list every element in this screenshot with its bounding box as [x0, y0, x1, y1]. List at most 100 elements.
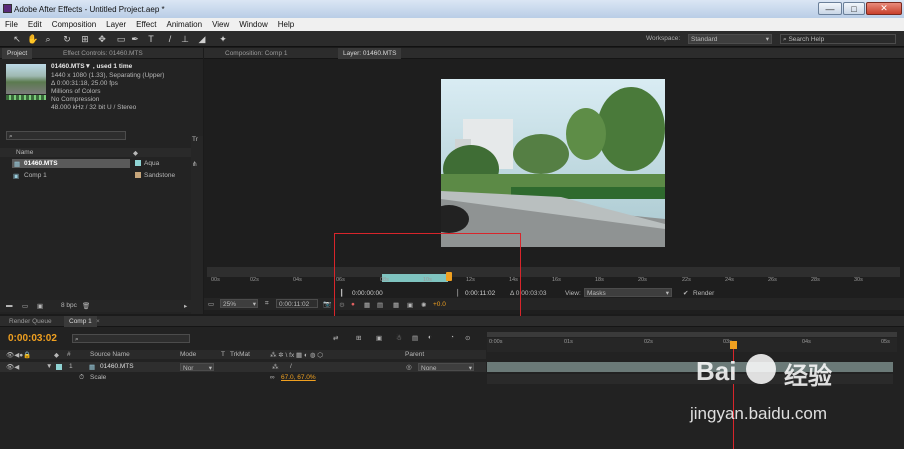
chevron-down-icon: ▾ [765, 36, 769, 43]
menu-window[interactable]: Window [234, 20, 272, 29]
hide-shy-layers-icon[interactable]: ☃ [396, 334, 402, 342]
selection-tool-icon[interactable]: ↖ [12, 34, 22, 44]
menu-layer[interactable]: Layer [101, 20, 131, 29]
mode-column[interactable]: Mode [180, 351, 196, 358]
project-item-row[interactable]: ▦ 01460.MTS [12, 159, 130, 168]
snapshot-icon[interactable]: 📷 [323, 300, 331, 308]
render-checkbox[interactable]: ✔ [683, 289, 688, 297]
draft-3d-icon[interactable]: ▣ [376, 334, 382, 342]
layer-time-ruler[interactable] [207, 267, 900, 277]
constrain-proportions-icon[interactable]: ∞ [270, 374, 275, 381]
av-features-icon[interactable]: 👁◀●🔒 [6, 351, 31, 359]
zoom-tool-icon[interactable]: ⌕ [43, 34, 53, 44]
view-select[interactable]: Masks ▾ [584, 288, 672, 297]
type-tool-icon[interactable]: T [146, 34, 156, 44]
stopwatch-icon[interactable]: ⏱ [79, 374, 84, 382]
pan-behind-tool-icon[interactable]: ✥ [97, 34, 107, 44]
tracker-icon[interactable]: ⋔ [192, 160, 197, 168]
motion-blur-icon[interactable]: ◐ [428, 334, 432, 341]
maximize-button[interactable]: □ [843, 2, 865, 15]
label-column-icon[interactable]: ◆ [133, 149, 138, 157]
timeline-search-input[interactable]: ⌕ [72, 334, 190, 343]
live-update-icon[interactable]: ⊞ [356, 334, 361, 342]
region-of-interest-icon[interactable]: ⌗ [265, 300, 269, 308]
tab-composition[interactable]: Composition: Comp 1 [220, 48, 293, 59]
layer-label-swatch[interactable] [56, 364, 62, 370]
viewer-controls-row1: ▭ 25% ▾ ⌗ 0:00:11:02 📷 [204, 298, 904, 310]
magnification-icon[interactable]: ▭ [208, 300, 214, 308]
ruler-tick: 28s [811, 277, 820, 283]
brush-tool-icon[interactable]: / [165, 34, 175, 44]
search-icon: ⌕ [9, 133, 13, 140]
chevron-down-icon: ▾ [468, 365, 472, 372]
camera-tool-icon[interactable]: ⊞ [80, 34, 90, 44]
expand-layer-icon[interactable]: ▼ [46, 363, 52, 370]
tab-render-queue[interactable]: Render Queue [4, 316, 57, 327]
layer-number-icon[interactable]: # [67, 351, 71, 358]
column-name[interactable]: Name [16, 149, 33, 156]
tab-layer[interactable]: Layer: 01460.MTS [338, 48, 402, 59]
comp-mini-flowchart-icon[interactable]: ⇄ [333, 334, 338, 342]
puppet-tool-icon[interactable]: ✦ [218, 34, 228, 44]
menu-composition[interactable]: Composition [47, 20, 101, 29]
menu-animation[interactable]: Animation [161, 20, 207, 29]
tracker-tab[interactable]: Tr [192, 136, 198, 143]
minimize-button[interactable]: — [818, 2, 842, 15]
property-value[interactable]: 67.0, 67.0% [281, 374, 316, 381]
brainstorm-icon[interactable]: ◔ [450, 334, 454, 341]
current-time-field[interactable]: 0:00:11:02 [276, 299, 318, 308]
layer-row[interactable]: 👁◀ ▼ 1 ▦ 01460.MTS Nor ▾ ⁂ / ◎ None ▾ [0, 362, 486, 372]
work-area-bar[interactable] [487, 332, 897, 337]
shy-switch-icon[interactable]: ⁂ [272, 363, 279, 371]
menu-file[interactable]: File [0, 20, 23, 29]
parent-select[interactable]: None ▾ [418, 363, 474, 372]
rectangle-tool-icon[interactable]: ▭ [116, 34, 126, 44]
tab-comp-1[interactable]: Comp 1 [64, 316, 97, 327]
label-color-swatch[interactable] [135, 160, 141, 166]
label-column-icon[interactable]: ◆ [54, 351, 59, 359]
parent-column[interactable]: Parent [405, 351, 424, 358]
new-folder-icon[interactable]: ▭ [22, 302, 28, 310]
project-item-row[interactable]: ▣ Comp 1 [12, 171, 130, 180]
layer-name[interactable]: 01460.MTS [100, 363, 134, 370]
quality-switch-icon[interactable]: / [290, 363, 292, 370]
layer-number: 1 [69, 363, 73, 370]
magnification-select[interactable]: 25% ▾ [220, 299, 258, 308]
interpret-footage-icon[interactable]: ▬ [6, 302, 13, 309]
eraser-tool-icon[interactable]: ◢ [197, 34, 207, 44]
graph-editor-icon[interactable]: ⊙ [465, 334, 470, 342]
menu-view[interactable]: View [207, 20, 234, 29]
pen-tool-icon[interactable]: ✒ [130, 34, 140, 44]
tab-effect-controls[interactable]: Effect Controls: 01460.MTS [58, 48, 148, 59]
frame-blending-icon[interactable]: ▤ [412, 334, 418, 342]
project-bpc[interactable]: 8 bpc [61, 302, 77, 309]
parent-pickwhip-icon[interactable]: ◎ [406, 363, 412, 371]
menu-help[interactable]: Help [273, 20, 299, 29]
clone-stamp-tool-icon[interactable]: ⊥ [180, 34, 190, 44]
timeline-current-time[interactable]: 0:00:03:02 [8, 333, 57, 344]
menu-edit[interactable]: Edit [23, 20, 47, 29]
playhead-icon[interactable] [730, 341, 737, 349]
workspace-select[interactable]: Standard ▾ [688, 34, 772, 44]
visibility-icon[interactable]: 👁◀ [6, 363, 19, 371]
rotate-tool-icon[interactable]: ↻ [62, 34, 72, 44]
timeline-ruler[interactable] [487, 338, 897, 352]
hand-tool-icon[interactable]: ✋ [27, 34, 38, 44]
scroll-right-icon[interactable]: ▸ [184, 302, 187, 310]
project-search-input[interactable]: ⌕ [6, 131, 126, 140]
switches-column-icons[interactable]: ⁂ ✲ \ fx ▦ ◐ ◍ ⬡ [270, 351, 323, 359]
new-composition-icon[interactable]: ▣ [37, 302, 43, 310]
menu-effect[interactable]: Effect [131, 20, 161, 29]
search-help-input[interactable]: ⌕ Search Help [780, 34, 896, 44]
timeline-tick: 04s [802, 339, 811, 345]
t-column[interactable]: T [221, 351, 225, 358]
trkmat-column[interactable]: TrkMat [230, 351, 250, 358]
close-tab-icon[interactable]: × [96, 318, 100, 325]
label-color-swatch[interactable] [135, 172, 141, 178]
tab-project[interactable]: Project [2, 48, 33, 59]
source-name-column[interactable]: Source Name [90, 351, 130, 358]
trash-icon[interactable]: 🗑 [82, 302, 90, 310]
close-button[interactable]: ✕ [866, 2, 902, 15]
layer-mode-select[interactable]: Nor ▾ [180, 363, 214, 372]
search-icon: ⌕ [75, 336, 79, 343]
